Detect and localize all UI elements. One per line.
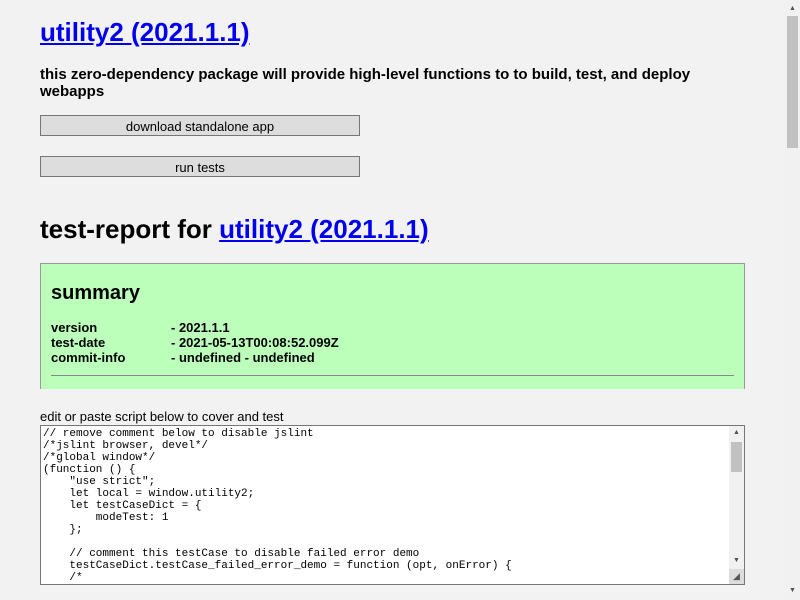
download-standalone-app-button[interactable]: download standalone app [40, 115, 360, 136]
page: utility2 (2021.1.1) this zero-dependency… [0, 0, 785, 600]
editor-scrollbar[interactable]: ▲ ▼ ◢ [729, 426, 744, 584]
arrow-down-icon[interactable]: ▼ [729, 554, 744, 568]
script-code[interactable]: // remove comment below to disable jslin… [43, 428, 512, 584]
summary-row: commit-info - undefined - undefined [51, 350, 339, 365]
arrow-down-icon[interactable]: ▼ [785, 584, 800, 598]
arrow-up-icon[interactable]: ▲ [729, 426, 744, 440]
summary-value: - 2021-05-13T00:08:52.099Z [171, 335, 339, 350]
summary-panel: summary version - 2021.1.1 test-date - 2… [40, 263, 745, 389]
summary-value: - 2021.1.1 [171, 320, 230, 335]
script-editor-textarea[interactable]: // remove comment below to disable jslin… [40, 425, 745, 585]
test-report-heading: test-report for utility2 (2021.1.1) [40, 213, 429, 245]
summary-row: version - 2021.1.1 [51, 320, 339, 335]
summary-heading: summary [51, 282, 140, 304]
arrow-up-icon[interactable]: ▲ [785, 2, 800, 16]
summary-value: - undefined - undefined [171, 350, 315, 365]
page-title: utility2 (2021.1.1) [40, 17, 250, 47]
summary-row: test-date - 2021-05-13T00:08:52.099Z [51, 335, 339, 350]
editor-scroll-thumb[interactable] [731, 442, 742, 472]
title-link[interactable]: utility2 (2021.1.1) [40, 17, 250, 47]
test-report-link[interactable]: utility2 (2021.1.1) [219, 214, 429, 244]
page-scrollbar[interactable]: ▲ ▼ [785, 0, 800, 600]
summary-key: test-date [51, 335, 106, 350]
summary-divider [51, 375, 734, 376]
editor-label: edit or paste script below to cover and … [40, 409, 284, 424]
resize-grip-icon[interactable]: ◢ [729, 569, 744, 584]
package-description: this zero-dependency package will provid… [40, 66, 691, 100]
summary-table: version - 2021.1.1 test-date - 2021-05-1… [51, 320, 339, 365]
summary-key: commit-info [51, 350, 126, 365]
run-tests-button[interactable]: run tests [40, 156, 360, 177]
test-report-prefix: test-report for [40, 214, 220, 244]
page-scroll-thumb[interactable] [787, 16, 798, 148]
summary-key: version [51, 320, 98, 335]
